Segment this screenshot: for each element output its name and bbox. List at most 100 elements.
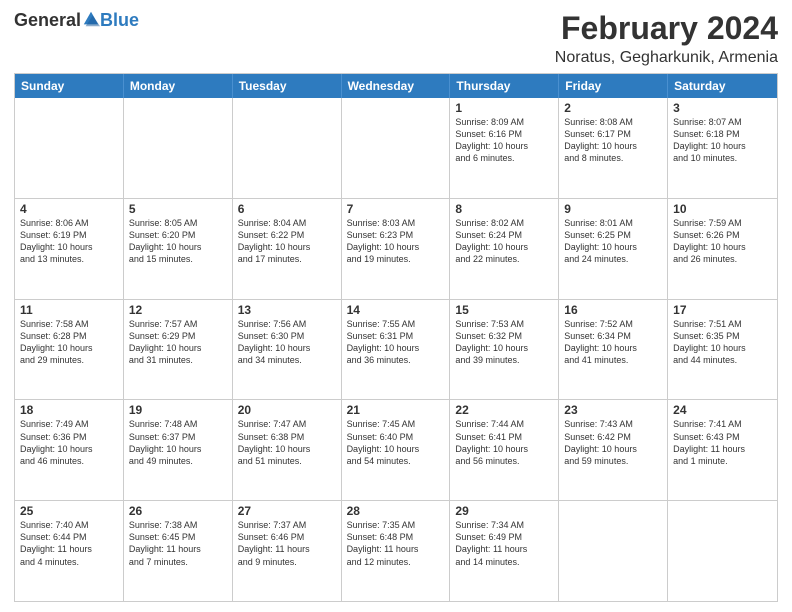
calendar: SundayMondayTuesdayWednesdayThursdayFrid…: [14, 73, 778, 602]
calendar-row-4: 25Sunrise: 7:40 AM Sunset: 6:44 PM Dayli…: [15, 501, 777, 601]
calendar-cell-1-1: 5Sunrise: 8:05 AM Sunset: 6:20 PM Daylig…: [124, 199, 233, 299]
day-number: 7: [347, 202, 445, 216]
calendar-row-0: 1Sunrise: 8:09 AM Sunset: 6:16 PM Daylig…: [15, 98, 777, 199]
calendar-cell-1-0: 4Sunrise: 8:06 AM Sunset: 6:19 PM Daylig…: [15, 199, 124, 299]
day-number: 6: [238, 202, 336, 216]
calendar-cell-0-3: [342, 98, 451, 198]
day-info: Sunrise: 7:59 AM Sunset: 6:26 PM Dayligh…: [673, 217, 772, 266]
calendar-cell-4-3: 28Sunrise: 7:35 AM Sunset: 6:48 PM Dayli…: [342, 501, 451, 601]
day-info: Sunrise: 8:02 AM Sunset: 6:24 PM Dayligh…: [455, 217, 553, 266]
day-number: 25: [20, 504, 118, 518]
logo: General Blue: [14, 10, 139, 31]
calendar-cell-4-0: 25Sunrise: 7:40 AM Sunset: 6:44 PM Dayli…: [15, 501, 124, 601]
day-info: Sunrise: 7:53 AM Sunset: 6:32 PM Dayligh…: [455, 318, 553, 367]
day-number: 21: [347, 403, 445, 417]
calendar-cell-1-4: 8Sunrise: 8:02 AM Sunset: 6:24 PM Daylig…: [450, 199, 559, 299]
day-number: 26: [129, 504, 227, 518]
day-number: 13: [238, 303, 336, 317]
day-number: 22: [455, 403, 553, 417]
day-info: Sunrise: 8:07 AM Sunset: 6:18 PM Dayligh…: [673, 116, 772, 165]
calendar-cell-4-5: [559, 501, 668, 601]
calendar-cell-4-2: 27Sunrise: 7:37 AM Sunset: 6:46 PM Dayli…: [233, 501, 342, 601]
calendar-header: SundayMondayTuesdayWednesdayThursdayFrid…: [15, 74, 777, 98]
day-number: 14: [347, 303, 445, 317]
day-info: Sunrise: 7:55 AM Sunset: 6:31 PM Dayligh…: [347, 318, 445, 367]
page: General Blue February 2024 Noratus, Gegh…: [0, 0, 792, 612]
calendar-cell-4-1: 26Sunrise: 7:38 AM Sunset: 6:45 PM Dayli…: [124, 501, 233, 601]
header-day-friday: Friday: [559, 74, 668, 98]
day-number: 16: [564, 303, 662, 317]
day-info: Sunrise: 7:52 AM Sunset: 6:34 PM Dayligh…: [564, 318, 662, 367]
day-info: Sunrise: 8:06 AM Sunset: 6:19 PM Dayligh…: [20, 217, 118, 266]
location: Noratus, Gegharkunik, Armenia: [555, 49, 778, 67]
calendar-cell-3-4: 22Sunrise: 7:44 AM Sunset: 6:41 PM Dayli…: [450, 400, 559, 500]
calendar-cell-4-4: 29Sunrise: 7:34 AM Sunset: 6:49 PM Dayli…: [450, 501, 559, 601]
day-info: Sunrise: 7:49 AM Sunset: 6:36 PM Dayligh…: [20, 418, 118, 467]
day-info: Sunrise: 8:01 AM Sunset: 6:25 PM Dayligh…: [564, 217, 662, 266]
calendar-cell-1-3: 7Sunrise: 8:03 AM Sunset: 6:23 PM Daylig…: [342, 199, 451, 299]
day-info: Sunrise: 8:03 AM Sunset: 6:23 PM Dayligh…: [347, 217, 445, 266]
day-info: Sunrise: 7:35 AM Sunset: 6:48 PM Dayligh…: [347, 519, 445, 568]
day-info: Sunrise: 7:48 AM Sunset: 6:37 PM Dayligh…: [129, 418, 227, 467]
day-info: Sunrise: 7:47 AM Sunset: 6:38 PM Dayligh…: [238, 418, 336, 467]
day-number: 18: [20, 403, 118, 417]
logo-area: General Blue: [14, 10, 139, 31]
day-number: 9: [564, 202, 662, 216]
calendar-cell-2-3: 14Sunrise: 7:55 AM Sunset: 6:31 PM Dayli…: [342, 300, 451, 400]
calendar-cell-1-6: 10Sunrise: 7:59 AM Sunset: 6:26 PM Dayli…: [668, 199, 777, 299]
day-number: 15: [455, 303, 553, 317]
calendar-cell-3-0: 18Sunrise: 7:49 AM Sunset: 6:36 PM Dayli…: [15, 400, 124, 500]
day-number: 11: [20, 303, 118, 317]
calendar-cell-1-5: 9Sunrise: 8:01 AM Sunset: 6:25 PM Daylig…: [559, 199, 668, 299]
logo-blue-text: Blue: [100, 10, 139, 31]
day-number: 4: [20, 202, 118, 216]
calendar-cell-2-5: 16Sunrise: 7:52 AM Sunset: 6:34 PM Dayli…: [559, 300, 668, 400]
day-info: Sunrise: 7:44 AM Sunset: 6:41 PM Dayligh…: [455, 418, 553, 467]
day-number: 24: [673, 403, 772, 417]
day-info: Sunrise: 7:51 AM Sunset: 6:35 PM Dayligh…: [673, 318, 772, 367]
calendar-cell-0-6: 3Sunrise: 8:07 AM Sunset: 6:18 PM Daylig…: [668, 98, 777, 198]
calendar-cell-3-6: 24Sunrise: 7:41 AM Sunset: 6:43 PM Dayli…: [668, 400, 777, 500]
calendar-cell-0-5: 2Sunrise: 8:08 AM Sunset: 6:17 PM Daylig…: [559, 98, 668, 198]
day-number: 27: [238, 504, 336, 518]
calendar-cell-2-2: 13Sunrise: 7:56 AM Sunset: 6:30 PM Dayli…: [233, 300, 342, 400]
day-number: 20: [238, 403, 336, 417]
header: General Blue February 2024 Noratus, Gegh…: [14, 10, 778, 67]
day-info: Sunrise: 7:43 AM Sunset: 6:42 PM Dayligh…: [564, 418, 662, 467]
header-day-wednesday: Wednesday: [342, 74, 451, 98]
day-info: Sunrise: 7:40 AM Sunset: 6:44 PM Dayligh…: [20, 519, 118, 568]
day-number: 3: [673, 101, 772, 115]
calendar-cell-2-0: 11Sunrise: 7:58 AM Sunset: 6:28 PM Dayli…: [15, 300, 124, 400]
calendar-cell-0-2: [233, 98, 342, 198]
calendar-cell-2-1: 12Sunrise: 7:57 AM Sunset: 6:29 PM Dayli…: [124, 300, 233, 400]
day-info: Sunrise: 8:09 AM Sunset: 6:16 PM Dayligh…: [455, 116, 553, 165]
logo-icon: [82, 10, 100, 28]
day-number: 23: [564, 403, 662, 417]
calendar-cell-0-1: [124, 98, 233, 198]
day-number: 12: [129, 303, 227, 317]
day-info: Sunrise: 7:34 AM Sunset: 6:49 PM Dayligh…: [455, 519, 553, 568]
day-info: Sunrise: 7:58 AM Sunset: 6:28 PM Dayligh…: [20, 318, 118, 367]
logo-general-text: General: [14, 10, 81, 31]
day-info: Sunrise: 8:08 AM Sunset: 6:17 PM Dayligh…: [564, 116, 662, 165]
header-day-sunday: Sunday: [15, 74, 124, 98]
month-title: February 2024: [555, 10, 778, 47]
calendar-cell-0-0: [15, 98, 124, 198]
header-day-thursday: Thursday: [450, 74, 559, 98]
day-info: Sunrise: 7:38 AM Sunset: 6:45 PM Dayligh…: [129, 519, 227, 568]
title-area: February 2024 Noratus, Gegharkunik, Arme…: [555, 10, 778, 67]
calendar-cell-1-2: 6Sunrise: 8:04 AM Sunset: 6:22 PM Daylig…: [233, 199, 342, 299]
day-number: 10: [673, 202, 772, 216]
day-number: 2: [564, 101, 662, 115]
day-number: 8: [455, 202, 553, 216]
header-day-tuesday: Tuesday: [233, 74, 342, 98]
header-day-saturday: Saturday: [668, 74, 777, 98]
day-number: 28: [347, 504, 445, 518]
day-info: Sunrise: 7:45 AM Sunset: 6:40 PM Dayligh…: [347, 418, 445, 467]
day-number: 17: [673, 303, 772, 317]
calendar-cell-3-3: 21Sunrise: 7:45 AM Sunset: 6:40 PM Dayli…: [342, 400, 451, 500]
calendar-body: 1Sunrise: 8:09 AM Sunset: 6:16 PM Daylig…: [15, 98, 777, 601]
day-info: Sunrise: 7:56 AM Sunset: 6:30 PM Dayligh…: [238, 318, 336, 367]
calendar-cell-4-6: [668, 501, 777, 601]
calendar-cell-3-5: 23Sunrise: 7:43 AM Sunset: 6:42 PM Dayli…: [559, 400, 668, 500]
